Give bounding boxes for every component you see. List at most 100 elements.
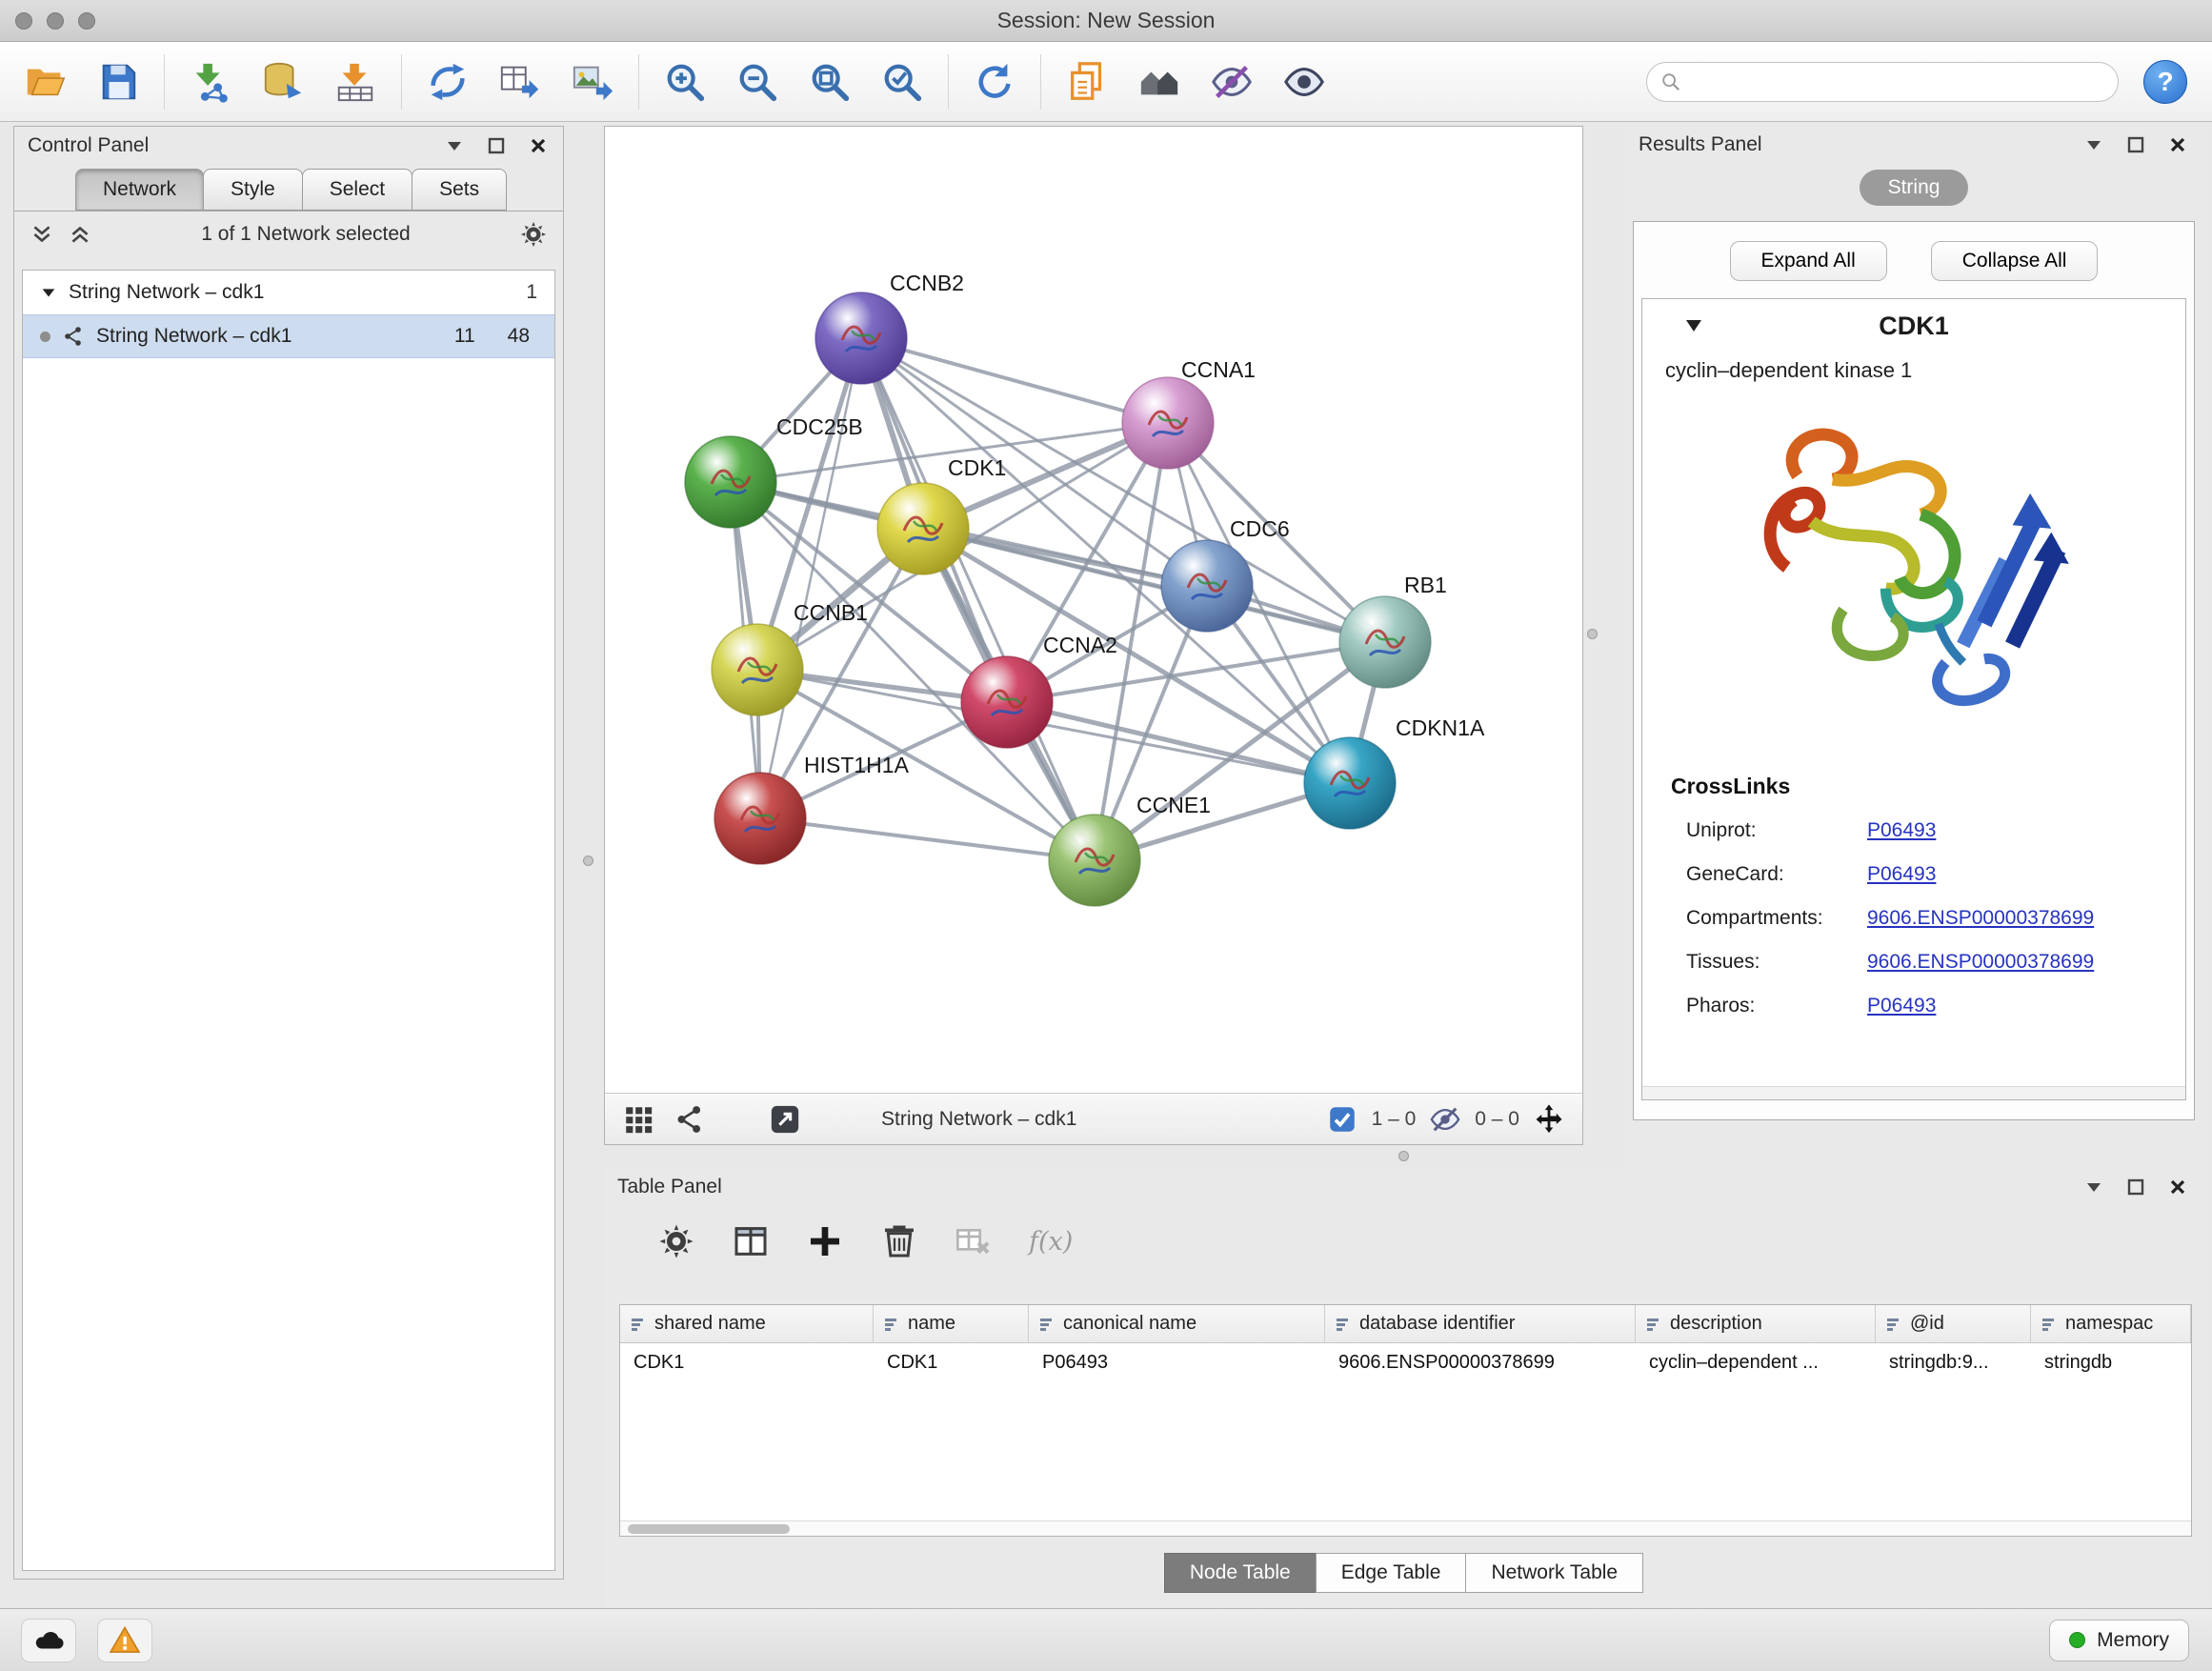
node-CDC25B[interactable] bbox=[685, 436, 776, 528]
maximize-panel-icon[interactable] bbox=[487, 136, 506, 155]
close-panel-icon[interactable] bbox=[529, 136, 548, 155]
network-overview-houses-icon[interactable] bbox=[1136, 59, 1182, 105]
edge-CDK1-RB1[interactable] bbox=[923, 529, 1385, 642]
tab-sets[interactable]: Sets bbox=[412, 169, 507, 211]
edge-CCNB2-HIST1H1A[interactable] bbox=[760, 338, 861, 818]
collapse-section-icon[interactable] bbox=[1684, 318, 1703, 333]
hidden-eye-slash-icon[interactable] bbox=[1429, 1103, 1461, 1136]
network-canvas[interactable]: CCNB2CCNA1CDC25BCDK1CDC6RB1CCNB1CCNA2CDK… bbox=[605, 127, 1582, 1093]
left-splitter-handle[interactable] bbox=[583, 856, 593, 866]
apply-layout-icon[interactable] bbox=[972, 59, 1017, 105]
maximize-panel-icon[interactable] bbox=[2126, 1178, 2145, 1197]
zoom-window-button[interactable] bbox=[78, 12, 95, 30]
collapse-all-button[interactable]: Collapse All bbox=[1931, 241, 2099, 281]
delete-column-icon[interactable] bbox=[880, 1222, 918, 1260]
tissues-link[interactable]: 9606.ENSP00000378699 bbox=[1867, 951, 2094, 974]
save-session-icon[interactable] bbox=[95, 59, 141, 105]
column-header-name[interactable]: name bbox=[874, 1305, 1029, 1342]
float-panel-icon[interactable] bbox=[2084, 135, 2103, 154]
node-HIST1H1A[interactable] bbox=[714, 773, 806, 864]
tab-style[interactable]: Style bbox=[203, 169, 303, 211]
zoom-selected-icon[interactable] bbox=[879, 59, 925, 105]
zoom-fit-icon[interactable] bbox=[807, 59, 853, 105]
node-CCNB1[interactable] bbox=[712, 624, 803, 715]
float-panel-icon[interactable] bbox=[445, 136, 464, 155]
tab-node-table[interactable]: Node Table bbox=[1164, 1553, 1317, 1593]
genecard-link[interactable]: P06493 bbox=[1867, 863, 1936, 886]
import-network-database-icon[interactable] bbox=[260, 59, 306, 105]
open-in-window-icon[interactable] bbox=[769, 1103, 801, 1136]
import-table-icon[interactable] bbox=[332, 59, 378, 105]
node-CCNA1[interactable] bbox=[1122, 377, 1214, 469]
close-panel-icon[interactable] bbox=[2168, 1178, 2187, 1197]
function-builder-icon[interactable]: f(x) bbox=[1029, 1227, 1073, 1257]
results-scrollbar[interactable] bbox=[1642, 1086, 2185, 1099]
import-network-file-icon[interactable] bbox=[188, 59, 233, 105]
table-settings-gear-icon[interactable] bbox=[657, 1222, 695, 1260]
close-panel-icon[interactable] bbox=[2168, 135, 2187, 154]
table-row[interactable]: CDK1 CDK1 P06493 9606.ENSP00000378699 cy… bbox=[620, 1343, 2191, 1381]
memory-button[interactable]: Memory bbox=[2049, 1620, 2189, 1661]
show-columns-icon[interactable] bbox=[732, 1222, 770, 1260]
search-field[interactable] bbox=[1646, 62, 2119, 102]
birds-eye-grid-icon[interactable] bbox=[622, 1103, 654, 1136]
add-column-icon[interactable] bbox=[806, 1222, 844, 1260]
column-header-namespace[interactable]: namespac bbox=[2031, 1305, 2191, 1342]
pharos-link[interactable]: P06493 bbox=[1867, 995, 1936, 1017]
node-CCNA2[interactable] bbox=[961, 656, 1053, 748]
close-window-button[interactable] bbox=[15, 12, 32, 30]
search-input[interactable] bbox=[1689, 70, 2118, 92]
expand-all-icon[interactable] bbox=[68, 222, 92, 247]
maximize-panel-icon[interactable] bbox=[2126, 135, 2145, 154]
node-table: shared name name canonical name database… bbox=[619, 1304, 2192, 1537]
node-CDC6[interactable] bbox=[1161, 540, 1253, 632]
column-header-database-identifier[interactable]: database identifier bbox=[1325, 1305, 1636, 1342]
new-network-icon[interactable] bbox=[425, 59, 471, 105]
minimize-window-button[interactable] bbox=[47, 12, 64, 30]
tab-string[interactable]: String bbox=[1860, 170, 1969, 206]
gear-icon[interactable] bbox=[519, 220, 548, 249]
tab-network[interactable]: Network bbox=[75, 169, 204, 211]
selected-checkbox-icon[interactable] bbox=[1326, 1103, 1358, 1136]
scrollbar-thumb[interactable] bbox=[628, 1524, 790, 1534]
network-collection-row[interactable]: String Network – cdk1 1 bbox=[23, 271, 554, 314]
help-icon[interactable]: ? bbox=[2143, 60, 2187, 104]
tab-network-table[interactable]: Network Table bbox=[1465, 1553, 1643, 1593]
move-crosshair-icon[interactable] bbox=[1533, 1103, 1565, 1136]
expand-all-button[interactable]: Expand All bbox=[1730, 241, 1887, 281]
node-RB1[interactable] bbox=[1339, 596, 1431, 688]
collapse-all-icon[interactable] bbox=[30, 222, 54, 247]
bottom-splitter-handle[interactable] bbox=[1398, 1151, 1409, 1161]
uniprot-link[interactable]: P06493 bbox=[1867, 819, 1936, 842]
column-header-shared-name[interactable]: shared name bbox=[620, 1305, 874, 1342]
node-CDK1[interactable] bbox=[877, 483, 969, 574]
node-CDKN1A[interactable] bbox=[1304, 737, 1396, 829]
edge-CCNB2-CCNE1[interactable] bbox=[861, 338, 1095, 860]
zoom-out-icon[interactable] bbox=[734, 59, 780, 105]
node-CCNB2[interactable] bbox=[815, 292, 907, 384]
tree-expand-icon[interactable] bbox=[40, 284, 57, 301]
cloud-status-button[interactable] bbox=[21, 1619, 76, 1662]
float-panel-icon[interactable] bbox=[2084, 1178, 2103, 1197]
open-session-icon[interactable] bbox=[23, 59, 69, 105]
export-image-icon[interactable] bbox=[570, 59, 615, 105]
network-row-selected[interactable]: String Network – cdk1 11 48 bbox=[23, 314, 554, 358]
share-icon[interactable] bbox=[674, 1103, 706, 1136]
clone-network-icon[interactable] bbox=[1064, 59, 1110, 105]
node-CCNE1[interactable] bbox=[1049, 815, 1140, 906]
show-selected-eye-icon[interactable] bbox=[1281, 59, 1327, 105]
tab-select[interactable]: Select bbox=[302, 169, 412, 211]
column-header-canonical-name[interactable]: canonical name bbox=[1029, 1305, 1325, 1342]
export-table-icon[interactable] bbox=[497, 59, 543, 105]
warnings-button[interactable] bbox=[97, 1619, 152, 1662]
column-header-id[interactable]: @id bbox=[1876, 1305, 2031, 1342]
column-header-description[interactable]: description bbox=[1636, 1305, 1876, 1342]
edge-HIST1H1A-CCNE1[interactable] bbox=[760, 818, 1095, 860]
zoom-in-icon[interactable] bbox=[662, 59, 708, 105]
table-horizontal-scrollbar[interactable] bbox=[620, 1520, 2191, 1536]
compartments-link[interactable]: 9606.ENSP00000378699 bbox=[1867, 907, 2094, 930]
hide-selected-eye-slash-icon[interactable] bbox=[1209, 59, 1255, 105]
right-splitter-handle[interactable] bbox=[1587, 629, 1598, 639]
node-label-CDC25B: CDC25B bbox=[776, 414, 863, 439]
tab-edge-table[interactable]: Edge Table bbox=[1316, 1553, 1467, 1593]
